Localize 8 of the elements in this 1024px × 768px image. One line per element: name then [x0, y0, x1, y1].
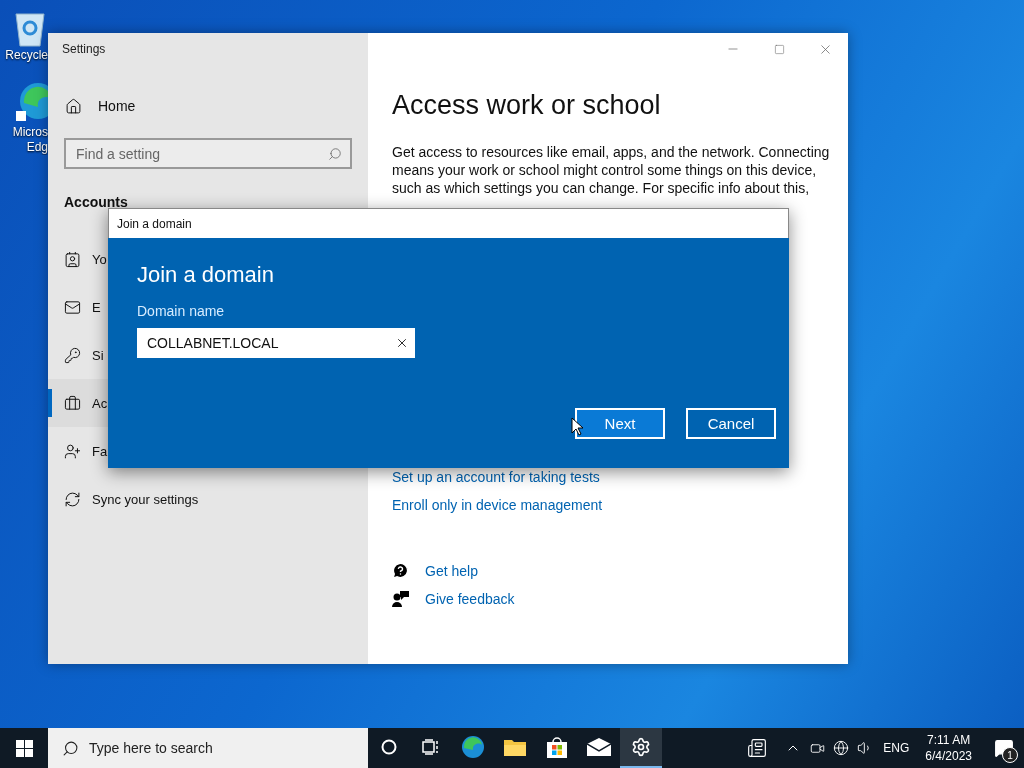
page-description: Get access to resources like email, apps, and the network. Connecting means your work or school might control some things on this device, such as which settings you can change. For specific info about this, [392, 143, 831, 197]
window-title: Settings [61, 41, 107, 58]
dialog-heading: Join a domain [137, 261, 275, 289]
notification-count: 1 [1002, 747, 1018, 763]
section-heading: Accounts [64, 193, 128, 211]
dialog-title: Join a domain [117, 216, 192, 231]
page-title: Access work or school [392, 89, 662, 122]
field-label: Domain name [137, 302, 226, 321]
